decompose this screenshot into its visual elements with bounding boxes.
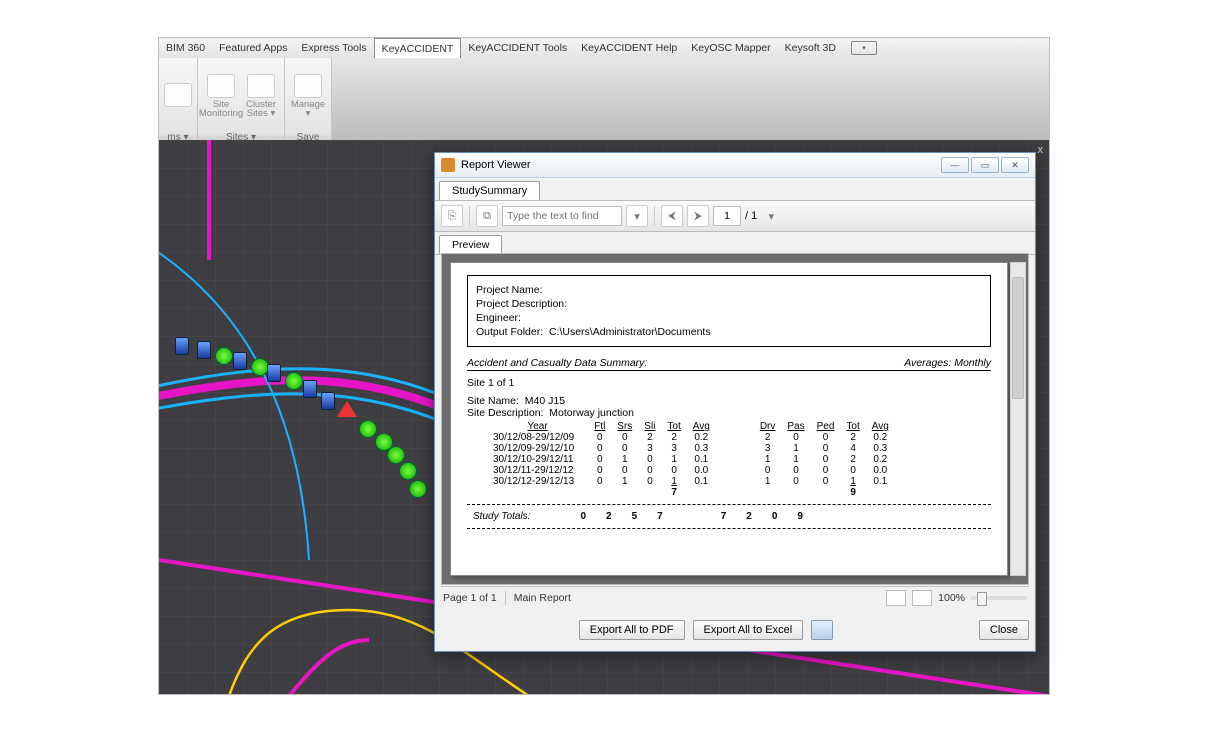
print-icon[interactable] bbox=[811, 620, 833, 640]
zoom-label: 100% bbox=[938, 592, 965, 604]
map-marker[interactable] bbox=[409, 480, 427, 498]
view-mode-1-icon[interactable] bbox=[886, 590, 906, 606]
map-marker[interactable] bbox=[387, 446, 405, 464]
tab-strip: StudySummary bbox=[435, 178, 1035, 200]
find-dropdown-icon[interactable]: ▾ bbox=[626, 205, 648, 227]
site-count: Site 1 of 1 bbox=[467, 377, 991, 389]
site-monitoring-button[interactable]: Site Monitoring bbox=[204, 74, 238, 119]
main-report-label[interactable]: Main Report bbox=[514, 592, 571, 604]
app-frame: BIM 360Featured AppsExpress ToolsKeyACCI… bbox=[158, 37, 1050, 695]
maximize-button[interactable]: ▭ bbox=[971, 157, 999, 173]
menu-item-keyaccident-help[interactable]: KeyACCIDENT Help bbox=[574, 38, 684, 58]
page-number-input[interactable] bbox=[713, 206, 741, 226]
export-pdf-button[interactable]: Export All to PDF bbox=[579, 620, 685, 640]
next-page-icon[interactable]: ⮞ bbox=[687, 205, 709, 227]
export-excel-button[interactable]: Export All to Excel bbox=[693, 620, 804, 640]
vertical-scrollbar[interactable] bbox=[1010, 262, 1026, 576]
manage-button[interactable]: Manage ▾ bbox=[291, 74, 325, 119]
menu-item-keyaccident-tools[interactable]: KeyACCIDENT Tools bbox=[461, 38, 574, 58]
map-marker[interactable] bbox=[197, 341, 211, 359]
table-row: 30/12/11-29/12/1200000.000000.0 bbox=[487, 465, 895, 476]
averages-label: Averages: Monthly bbox=[904, 357, 991, 369]
table-row: 30/12/08-29/12/0900220.220020.2 bbox=[487, 432, 895, 443]
map-marker[interactable] bbox=[267, 364, 281, 382]
report-page: Project Name: Project Description: Engin… bbox=[450, 262, 1008, 576]
menu-item-keysoft-3d[interactable]: Keysoft 3D bbox=[778, 38, 843, 58]
canvas-close-icon[interactable]: x bbox=[1038, 144, 1044, 156]
map-marker[interactable] bbox=[285, 372, 303, 390]
export-icon[interactable]: ⎘ bbox=[441, 205, 463, 227]
map-marker-warning[interactable] bbox=[337, 400, 357, 417]
tab-preview[interactable]: Preview bbox=[439, 235, 502, 254]
menu-overflow-icon[interactable]: ▾ bbox=[851, 41, 877, 55]
prev-page-icon[interactable]: ⮜ bbox=[661, 205, 683, 227]
report-toolbar: ⎘ ⧉ ▾ ⮜ ⮞ / 1 ▾ bbox=[435, 200, 1035, 232]
section-title: Accident and Casualty Data Summary: bbox=[467, 357, 647, 369]
menu-item-keyaccident[interactable]: KeyACCIDENT bbox=[374, 38, 462, 59]
report-viewer-window: Report Viewer — ▭ ✕ StudySummary ⎘ ⧉ ▾ ⮜… bbox=[434, 152, 1036, 652]
map-marker[interactable] bbox=[359, 420, 377, 438]
menu-item-bim-360[interactable]: BIM 360 bbox=[159, 38, 212, 58]
zoom-knob[interactable] bbox=[977, 592, 987, 606]
subtab-strip: Preview bbox=[435, 232, 1035, 255]
close-window-button[interactable]: ✕ bbox=[1001, 157, 1029, 173]
view-mode-2-icon[interactable] bbox=[912, 590, 932, 606]
dialog-footer: Export All to PDF Export All to Excel Cl… bbox=[441, 615, 1029, 645]
menu-item-express-tools[interactable]: Express Tools bbox=[294, 38, 373, 58]
close-button[interactable]: Close bbox=[979, 620, 1029, 640]
cluster-sites-button[interactable]: Cluster Sites ▾ bbox=[244, 74, 278, 119]
title-bar[interactable]: Report Viewer — ▭ ✕ bbox=[435, 153, 1035, 178]
ribbon: ms ▾ Site Monitoring Cluster Sites ▾ Sit… bbox=[159, 58, 1049, 141]
zoom-slider[interactable] bbox=[971, 596, 1027, 600]
scroll-thumb[interactable] bbox=[1012, 277, 1024, 399]
map-marker[interactable] bbox=[175, 337, 189, 355]
find-input[interactable] bbox=[502, 206, 622, 226]
table-row: 30/12/12-29/12/1301010.110010.1 bbox=[487, 476, 895, 487]
window-title: Report Viewer bbox=[461, 159, 531, 171]
data-table: YearFtlSrsSliTotAvgDrvPasPedTotAvg30/12/… bbox=[487, 421, 895, 498]
map-marker[interactable] bbox=[321, 392, 335, 410]
page-indicator: Page 1 of 1 bbox=[443, 592, 497, 604]
ribbon-spacer bbox=[332, 58, 1049, 140]
menu-item-keyosc-mapper[interactable]: KeyOSC Mapper bbox=[684, 38, 777, 58]
menu-bar: BIM 360Featured AppsExpress ToolsKeyACCI… bbox=[159, 38, 1049, 59]
copy-icon[interactable]: ⧉ bbox=[476, 205, 498, 227]
table-row: 30/12/10-29/12/1101010.111020.2 bbox=[487, 454, 895, 465]
report-header-box: Project Name: Project Description: Engin… bbox=[467, 275, 991, 347]
table-row: 30/12/09-29/12/1000330.331040.3 bbox=[487, 443, 895, 454]
status-bar: Page 1 of 1 Main Report 100% bbox=[441, 586, 1029, 609]
totals-row: Study Totals:02577209 bbox=[467, 511, 813, 522]
report-viewport[interactable]: Project Name: Project Description: Engin… bbox=[441, 253, 1029, 585]
page-total-label: / 1 bbox=[745, 210, 757, 222]
map-marker[interactable] bbox=[399, 462, 417, 480]
minimize-button[interactable]: — bbox=[941, 157, 969, 173]
map-marker[interactable] bbox=[303, 380, 317, 398]
map-marker[interactable] bbox=[215, 347, 233, 365]
map-marker[interactable] bbox=[233, 352, 247, 370]
menu-item-featured-apps[interactable]: Featured Apps bbox=[212, 38, 294, 58]
app-icon bbox=[441, 158, 455, 172]
page-dropdown-icon[interactable]: ▾ bbox=[761, 206, 781, 226]
tab-study-summary[interactable]: StudySummary bbox=[439, 181, 540, 200]
